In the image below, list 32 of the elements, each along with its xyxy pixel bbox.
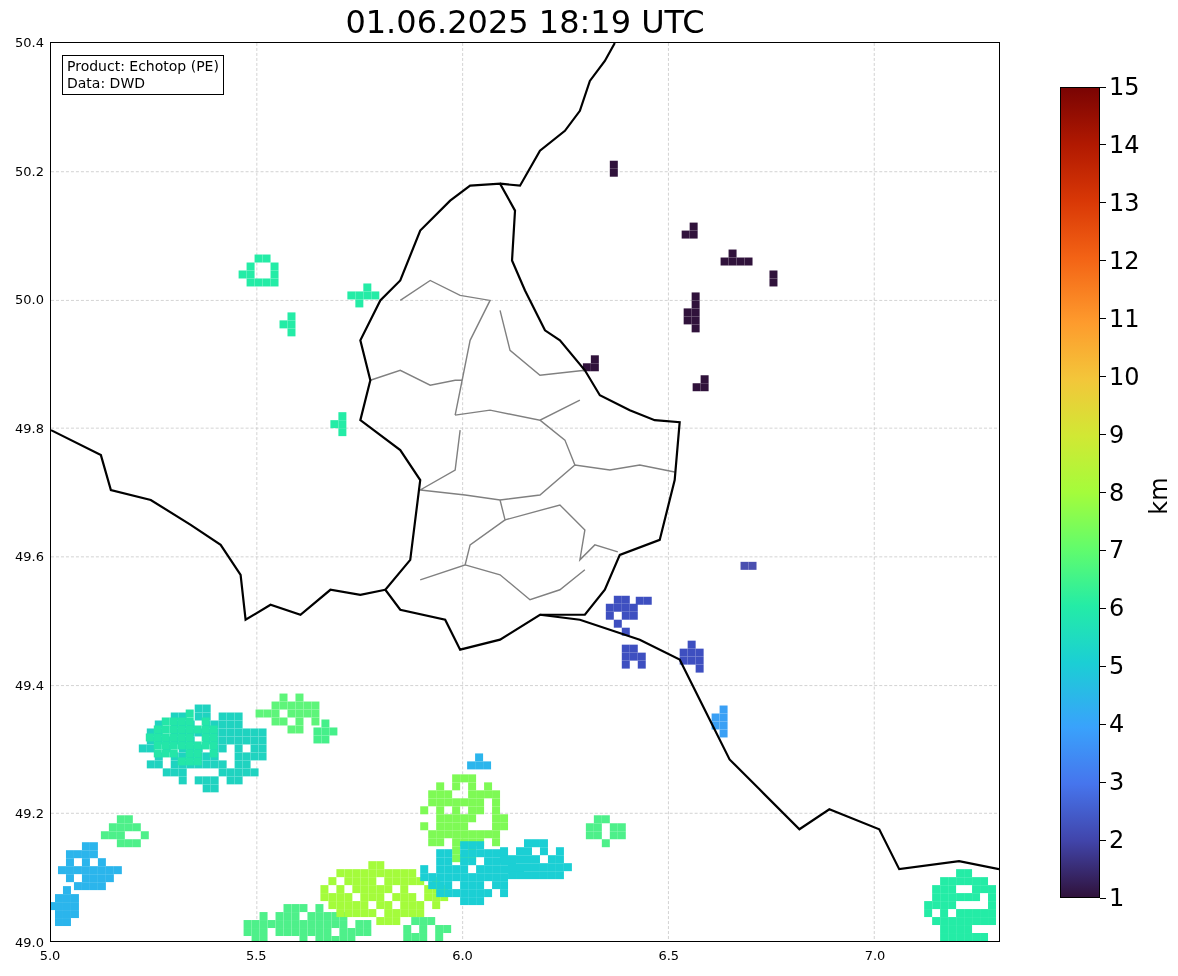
latitude-tick-label: 49.2 [15, 805, 44, 821]
colorbar-tick-label: 11 [1109, 305, 1140, 332]
longitude-tick-label: 5.0 [39, 948, 61, 963]
longitude-tick-label: 5.5 [245, 948, 267, 963]
colorbar-tick-label: 6 [1109, 595, 1125, 622]
latitude-tick-label: 50.0 [15, 291, 44, 307]
legend-text: Data: DWD [67, 75, 146, 92]
colorbar-tick-label: 14 [1109, 131, 1140, 158]
latitude-tick-label: 49.4 [15, 677, 44, 693]
colorbar-tick-label: 8 [1109, 479, 1125, 506]
colorbar-tick-label: 2 [1109, 827, 1125, 854]
colorbar-tick-label: 7 [1109, 537, 1125, 564]
colorbar-tick-label: 15 [1109, 74, 1140, 100]
colorbar-label: km [1144, 477, 1173, 515]
colorbar-tick-label: 12 [1109, 247, 1140, 274]
longitude-tick-label: 6.5 [658, 948, 680, 963]
longitude-tick-label: 6.0 [452, 948, 473, 963]
colorbar-tick-label: 9 [1109, 421, 1125, 448]
latitude-tick-label: 50.4 [15, 34, 44, 50]
colorbar-tick-label: 5 [1109, 653, 1125, 680]
legend-text: Product: Echotop (PE) [67, 58, 219, 75]
colorbar-tick-label: 3 [1109, 769, 1125, 796]
colorbar-tick-label: 13 [1109, 189, 1140, 216]
colorbar-tick-label: 1 [1109, 885, 1125, 911]
latitude-tick-label: 49.6 [15, 548, 44, 564]
colorbar-tick-label: 4 [1109, 711, 1125, 738]
chart-title: 01.06.2025 18:19 UTC [344, 2, 706, 42]
latitude-tick-label: 50.2 [15, 163, 44, 179]
longitude-tick-label: 7.0 [864, 948, 886, 963]
colorbar-tick-label: 10 [1109, 363, 1140, 390]
latitude-tick-label: 49.0 [15, 934, 44, 950]
latitude-tick-label: 49.8 [15, 420, 44, 436]
